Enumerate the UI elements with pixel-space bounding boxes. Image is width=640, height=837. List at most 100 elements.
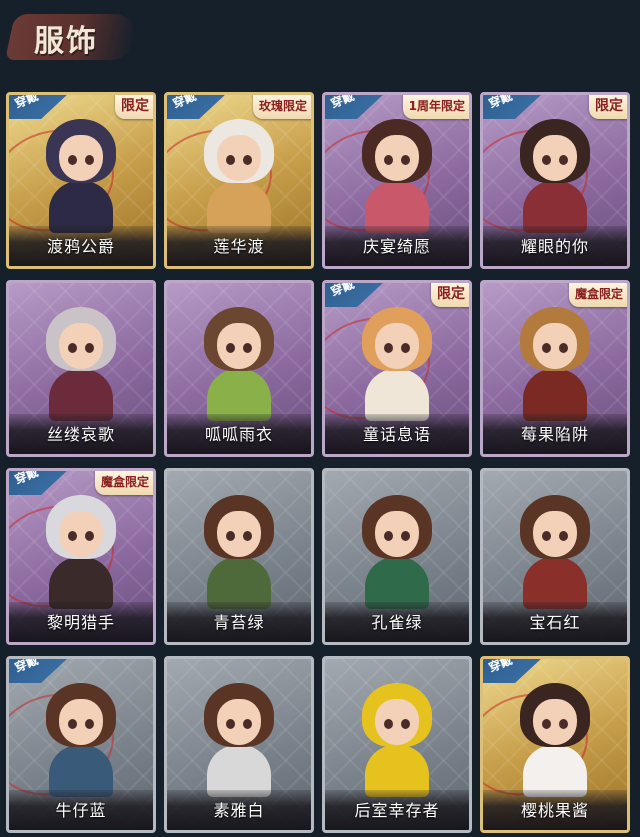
outfit-name: 宝石红 (529, 613, 581, 632)
portrait-eye (68, 343, 77, 353)
limited-tag: 魔盒限定 (568, 283, 627, 307)
portrait-face (533, 699, 577, 745)
outfit-name: 渡鸦公爵 (46, 237, 115, 256)
outfit-card[interactable]: 孔雀绿 (322, 468, 472, 645)
portrait-eye (226, 343, 235, 353)
character-portrait (189, 301, 289, 429)
worn-badge-label: 穿戴 (328, 280, 357, 299)
portrait-eye (542, 719, 551, 729)
portrait-face (59, 511, 103, 557)
portrait-eye (243, 343, 252, 353)
character-portrait (189, 677, 289, 805)
portrait-face (217, 511, 261, 557)
portrait-eye (559, 155, 568, 165)
portrait-eye (68, 719, 77, 729)
limited-tag: 玫瑰限定 (252, 95, 311, 119)
portrait-eye (384, 343, 393, 353)
outfit-card[interactable]: 黎明猎手 穿戴 魔盒限定 (6, 468, 156, 645)
outfit-card[interactable]: 呱呱雨衣 (164, 280, 314, 457)
outfit-name: 莲华渡 (213, 237, 265, 256)
character-portrait (31, 677, 131, 805)
character-portrait (31, 301, 131, 429)
portrait-eye (85, 155, 94, 165)
portrait-face (217, 135, 261, 181)
character-portrait (189, 113, 289, 241)
character-portrait (505, 301, 605, 429)
outfit-name: 丝缕哀歌 (46, 425, 115, 444)
outfit-name: 素雅白 (213, 801, 265, 820)
worn-badge-label: 穿戴 (12, 656, 41, 675)
page-title: 服饰 (34, 24, 98, 59)
outfit-card[interactable]: 丝缕哀歌 (6, 280, 156, 457)
portrait-eye (85, 719, 94, 729)
character-portrait (505, 113, 605, 241)
character-portrait (347, 489, 447, 617)
outfit-name: 童话息语 (362, 425, 431, 444)
portrait-face (59, 323, 103, 369)
portrait-eye (68, 531, 77, 541)
portrait-face (533, 323, 577, 369)
character-portrait (505, 677, 605, 805)
portrait-eye (401, 531, 410, 541)
portrait-eye (384, 531, 393, 541)
outfit-card[interactable]: 牛仔蓝 穿戴 (6, 656, 156, 833)
outfit-card[interactable]: 莓果陷阱 魔盒限定 (480, 280, 630, 457)
outfit-card[interactable]: 莲华渡 穿戴 玫瑰限定 (164, 92, 314, 269)
portrait-face (59, 135, 103, 181)
portrait-face (375, 511, 419, 557)
limited-tag: 魔盒限定 (94, 471, 153, 495)
portrait-eye (401, 343, 410, 353)
portrait-face (59, 699, 103, 745)
outfit-card[interactable]: 樱桃果酱 穿戴 (480, 656, 630, 833)
portrait-eye (243, 719, 252, 729)
outfit-card[interactable]: 渡鸦公爵 穿戴 限定 (6, 92, 156, 269)
portrait-eye (226, 719, 235, 729)
portrait-eye (542, 531, 551, 541)
outfit-name: 孔雀绿 (371, 613, 423, 632)
outfit-name: 后室幸存者 (354, 801, 440, 820)
outfit-card[interactable]: 耀眼的你 穿戴 限定 (480, 92, 630, 269)
limited-tag: 限定 (589, 95, 627, 119)
worn-badge-label: 穿戴 (12, 92, 41, 111)
outfit-card[interactable]: 宝石红 (480, 468, 630, 645)
portrait-eye (559, 719, 568, 729)
outfit-card[interactable]: 童话息语 穿戴 限定 (322, 280, 472, 457)
worn-badge-label: 穿戴 (486, 92, 515, 111)
portrait-eye (559, 531, 568, 541)
character-portrait (347, 113, 447, 241)
portrait-face (533, 511, 577, 557)
worn-badge-label: 穿戴 (328, 92, 357, 111)
character-portrait (31, 113, 131, 241)
portrait-eye (85, 343, 94, 353)
outfit-card[interactable]: 素雅白 (164, 656, 314, 833)
worn-badge-label: 穿戴 (12, 468, 41, 487)
portrait-face (533, 135, 577, 181)
portrait-eye (243, 531, 252, 541)
portrait-eye (542, 343, 551, 353)
outfit-card[interactable]: 后室幸存者 (322, 656, 472, 833)
outfit-card[interactable]: 青苔绿 (164, 468, 314, 645)
limited-tag: 限定 (431, 283, 469, 307)
outfit-name: 呱呱雨衣 (204, 425, 273, 444)
outfit-name: 庆宴绮愿 (362, 237, 431, 256)
portrait-eye (401, 155, 410, 165)
portrait-eye (243, 155, 252, 165)
outfit-name: 莓果陷阱 (520, 425, 589, 444)
worn-badge-label: 穿戴 (486, 656, 515, 675)
outfit-card[interactable]: 庆宴绮愿 穿戴 1周年限定 (322, 92, 472, 269)
portrait-eye (226, 531, 235, 541)
worn-badge-label: 穿戴 (170, 92, 199, 111)
character-portrait (347, 677, 447, 805)
outfit-name: 樱桃果酱 (520, 801, 589, 820)
portrait-eye (559, 343, 568, 353)
outfit-name: 青苔绿 (213, 613, 265, 632)
portrait-face (375, 135, 419, 181)
character-portrait (31, 489, 131, 617)
portrait-face (217, 323, 261, 369)
outfit-name: 耀眼的你 (520, 237, 589, 256)
outfit-name: 牛仔蓝 (55, 801, 107, 820)
limited-tag: 限定 (115, 95, 153, 119)
portrait-eye (226, 155, 235, 165)
portrait-eye (384, 719, 393, 729)
portrait-face (375, 699, 419, 745)
